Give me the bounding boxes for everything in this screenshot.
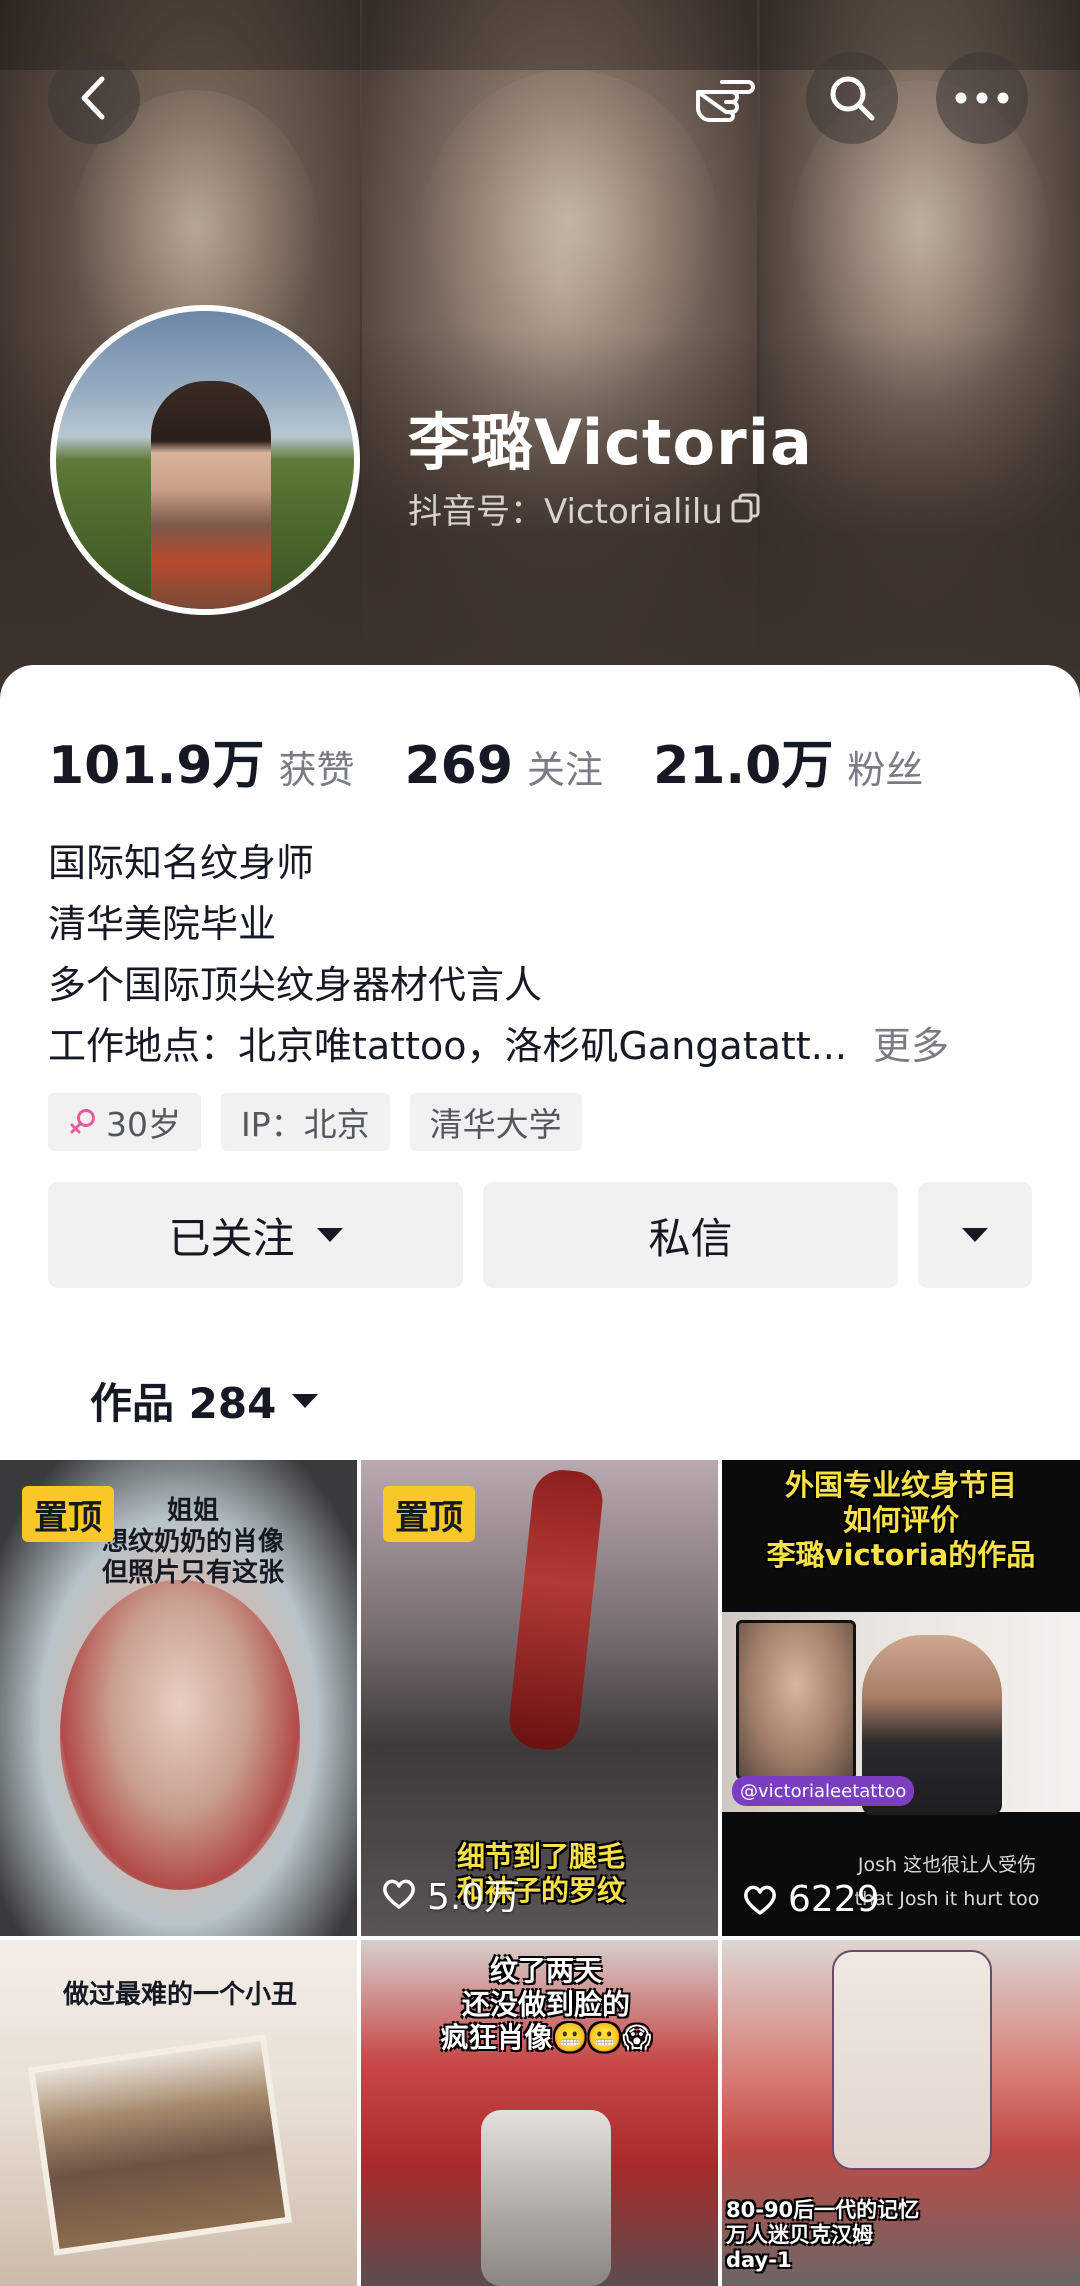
stat-followers-label: 粉丝	[847, 748, 924, 792]
stencil-outline	[832, 1950, 992, 2170]
search-icon	[830, 76, 875, 121]
video-thumbnail[interactable]: 置顶 细节到了腿毛 和袜子的罗纹 5.0万	[361, 1460, 718, 1936]
tattoo-photo	[27, 2034, 293, 2256]
caret-down-icon	[962, 1228, 988, 1242]
stat-likes-label: 获赞	[278, 748, 355, 792]
caret-down-icon	[292, 1393, 319, 1408]
tattoo-photo	[736, 1620, 856, 1780]
poke-button[interactable]	[678, 52, 770, 144]
tag-ip: IP：北京	[221, 1093, 390, 1151]
more-options-button[interactable]	[936, 52, 1028, 144]
heart-icon	[383, 1879, 415, 1909]
tag-age-text: 30岁	[106, 1105, 181, 1144]
video-thumbnail[interactable]: 外国专业纹身节目 如何评价 李璐victoria的作品 @victorialee…	[722, 1460, 1080, 1936]
portrait-photo	[60, 1580, 300, 1890]
video-caption: 纹了两天 还没做到脸的 疯狂肖像😬😬😱	[440, 1954, 652, 2055]
tattoo-leg	[506, 1467, 606, 1753]
avatar[interactable]	[50, 305, 360, 615]
profile-name: 李璐Victoria	[408, 406, 813, 479]
bio-line: 多个国际顶尖纹身器材代言人	[48, 963, 543, 1007]
tag-age: 30岁	[48, 1093, 201, 1151]
stats-row: 101.9万 获赞 269 关注 21.0万 粉丝	[48, 723, 973, 798]
tag-school[interactable]: 清华大学	[409, 1093, 582, 1151]
stat-likes-value: 101.9万	[48, 736, 265, 796]
video-caption: 80-90后一代的记忆 万人迷贝克汉姆 day-1	[726, 2198, 920, 2273]
bio-line: 清华美院毕业	[48, 902, 277, 946]
heart-icon	[744, 1885, 776, 1915]
video-thumbnail[interactable]: 做过最难的一个小丑	[0, 1940, 357, 2286]
followed-button-label: 已关注	[168, 1213, 295, 1263]
video-caption: 做过最难的一个小丑	[62, 1980, 297, 2010]
video-subtitle-zh: Josh 这也很让人受伤	[857, 1854, 1037, 1876]
stat-following-value: 269	[404, 736, 514, 796]
back-button[interactable]	[48, 52, 140, 144]
stat-followers[interactable]: 21.0万 粉丝	[653, 723, 923, 798]
caret-down-icon	[316, 1228, 343, 1242]
tattoo-arm	[481, 2110, 611, 2286]
bio-line: 国际知名纹身师	[48, 841, 315, 885]
chevron-left-icon	[81, 76, 105, 120]
avatar-person	[151, 381, 271, 609]
stat-likes[interactable]: 101.9万 获赞	[48, 723, 355, 798]
pinned-badge: 置顶	[383, 1486, 475, 1542]
stat-followers-value: 21.0万	[653, 736, 834, 796]
action-row: 已关注 私信	[48, 1182, 1032, 1288]
like-count-text: 5.0万	[427, 1877, 521, 1918]
message-button[interactable]: 私信	[483, 1182, 898, 1288]
video-thumbnail[interactable]: 80-90后一代的记忆 万人迷贝克汉姆 day-1	[722, 1940, 1080, 2286]
pinned-badge: 置顶	[22, 1486, 114, 1542]
more-dots-icon	[955, 92, 1009, 104]
stat-following-label: 关注	[527, 748, 604, 792]
profile-screen: 李璐Victoria 抖音号：Victorialilu 101.9万 获赞 26…	[0, 0, 1080, 2286]
bio-more-link[interactable]: 更多	[873, 1024, 949, 1068]
video-thumbnail[interactable]: 纹了两天 还没做到脸的 疯狂肖像😬😬😱	[361, 1940, 718, 2286]
search-button[interactable]	[806, 52, 898, 144]
video-grid: 姐姐 想纹奶奶的肖像 但照片只有这张 置顶 置顶 细节到了腿毛 和袜子的罗纹 5…	[0, 1460, 1080, 2286]
hand-point-icon	[696, 80, 755, 122]
like-count: 6229	[742, 1879, 880, 1920]
tab-works-label: 作品 284	[90, 1379, 277, 1428]
bio-line-last: 工作地点：北京唯tattoo，洛杉矶Gangatatt... 更多	[48, 1016, 1048, 1077]
instagram-handle: @victorialeetattoo	[732, 1776, 915, 1806]
video-thumbnail[interactable]: 姐姐 想纹奶奶的肖像 但照片只有这张 置顶	[0, 1460, 357, 1936]
like-count-text: 6229	[788, 1879, 880, 1920]
video-caption: 外国专业纹身节目 如何评价 李璐victoria的作品	[766, 1468, 1036, 1572]
douyin-id-text: 抖音号：Victorialilu	[408, 492, 723, 532]
stat-following[interactable]: 269 关注	[405, 736, 604, 796]
tag-row: 30岁 IP：北京 清华大学	[48, 1093, 582, 1151]
bio: 国际知名纹身师 清华美院毕业 多个国际顶尖纹身器材代言人 工作地点：北京唯tat…	[48, 833, 1048, 1077]
cover-top-strip	[0, 0, 1080, 70]
douyin-id[interactable]: 抖音号：Victorialilu	[408, 484, 763, 533]
tab-works[interactable]: 作品 284	[90, 1370, 319, 1431]
recommend-toggle-button[interactable]	[918, 1182, 1032, 1288]
followed-button[interactable]: 已关注	[48, 1182, 463, 1288]
female-icon	[70, 1109, 95, 1134]
like-count: 5.0万	[381, 1868, 520, 1920]
copy-icon[interactable]	[729, 492, 763, 526]
bio-line-text: 工作地点：北京唯tattoo，洛杉矶Gangatatt...	[48, 1024, 847, 1068]
